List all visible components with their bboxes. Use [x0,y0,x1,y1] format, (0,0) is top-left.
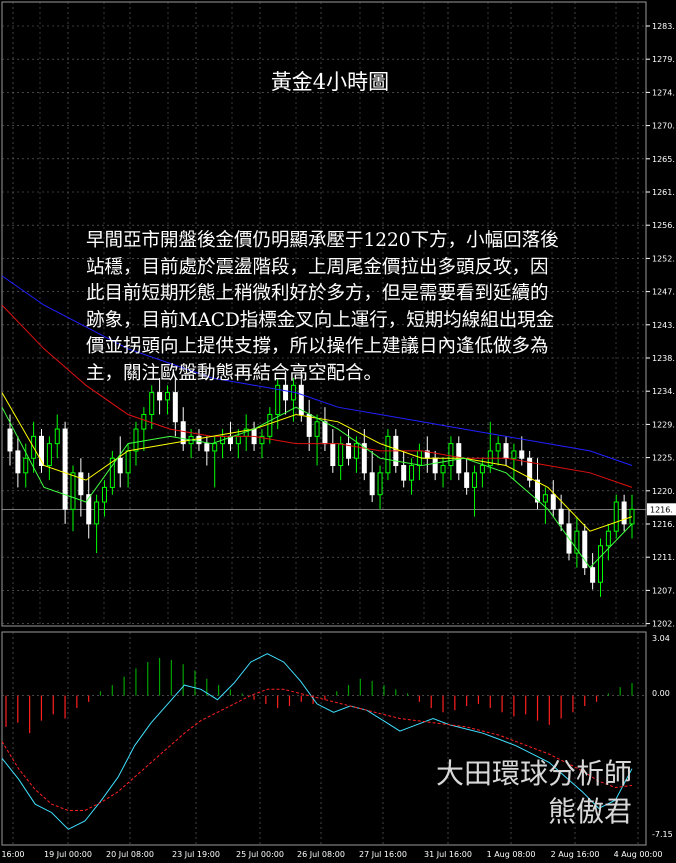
bear-candle [330,443,336,467]
bull-candle [46,443,52,467]
bear-candle [558,508,564,525]
bear-candle [401,465,407,481]
price-axis-label: 1216. [652,520,675,529]
price-axis-label: 1279. [652,55,675,64]
watermark-analyst: 熊傲君 [547,795,632,828]
bear-candle [464,472,470,488]
bear-candle [78,472,84,496]
bull-candle [141,413,147,430]
bear-candle [519,450,525,459]
price-axis-label: 1252. [652,254,675,263]
bear-candle [432,457,438,474]
bull-candle [212,443,218,452]
bull-candle [101,486,107,503]
bull-candle [377,472,383,496]
bull-candle [267,413,273,437]
bull-candle [314,421,320,437]
bull-candle [133,428,139,452]
time-axis-label: 19 Jul 00:00 [44,850,92,859]
bull-candle [495,443,501,452]
macd-axis-label: 3.04 [652,634,670,643]
bull-candle [164,392,170,401]
bull-candle [385,435,391,474]
bull-candle [70,472,76,510]
bear-candle [15,450,21,474]
bull-candle [149,392,155,415]
price-axis-label: 1211. [652,553,675,562]
price-axis-label: 1256. [652,221,675,230]
bull-candle [23,457,29,474]
bear-candle [7,428,13,452]
price-axis-label: 1207. [652,586,675,595]
bull-candle [613,501,619,532]
price-axis-label: 1238. [652,354,675,363]
bear-candle [503,443,509,459]
price-axis-label: 1202. [652,620,675,629]
bear-candle [621,501,627,525]
time-axis-label: 1 Aug 08:00 [487,850,536,859]
bull-candle [479,465,485,474]
bull-candle [605,530,611,547]
bear-candle [196,435,202,445]
price-axis-label: 1270. [652,122,675,131]
bull-candle [125,450,131,474]
bull-candle [94,501,100,525]
bull-candle [54,428,60,445]
bear-candle [86,494,92,525]
time-axis-label: 26 Jul 08:00 [297,850,345,859]
macd-axis-label: -7.15 [652,830,673,839]
time-axis-label: 25 Jul 00:00 [236,850,284,859]
time-axis-label: 23 Jul 19:00 [172,850,220,859]
macd-main-line [1,653,633,830]
price-axis-label: 1225. [652,454,675,463]
bear-candle [590,567,596,583]
bear-candle [550,494,556,510]
macd-axis-label: 0.00 [652,689,670,698]
time-axis-label: 16:00 [1,850,24,859]
bull-candle [440,465,446,474]
gold-4h-chart: 16:00 19 Jul 00:00 20 Jul 08:00 23 Jul 19:0… [1,1,676,859]
time-axis-label: 4 Aug 00:00 [614,850,663,859]
bull-candle [542,494,548,503]
bull-candle [338,443,344,467]
bull-candle [448,443,454,467]
bull-candle [598,545,604,583]
bear-candle [157,392,163,401]
bear-candle [283,384,289,401]
price-axis-label: 1247. [652,288,675,297]
price-axis-label: 1229. [652,420,675,429]
price-axis-label: 1234. [652,387,675,396]
bear-candle [204,443,210,452]
bear-candle [117,457,123,474]
bull-candle [472,472,478,488]
analysis-commentary: 早間亞市開盤後金價仍明顯承壓于1220下方，小幅回落後 站穩，目前處於震盪階段，… [86,230,559,384]
current-price-label: 1216. [650,505,673,514]
price-axis-label: 1220. [652,487,675,496]
price-axis-label: 1283. [652,22,675,31]
time-axis-label: 31 Jul 16:00 [424,850,472,859]
bull-candle [409,465,415,481]
bull-candle [353,443,359,459]
bull-candle [511,450,517,459]
bear-candle [322,421,328,445]
price-axis-label: 1265. [652,155,675,164]
chart-title: 黃金4小時圖 [270,70,390,94]
watermark-company: 大田環球分析師 [435,757,632,790]
time-axis-label: 27 Jul 16:00 [359,850,407,859]
price-axis-label: 1243. [652,321,675,330]
bear-candle [180,421,186,445]
price-axis-label: 1274. [652,88,675,97]
bull-candle [235,435,241,445]
bear-candle [369,472,375,496]
bear-candle [62,428,68,510]
bear-candle [172,392,178,423]
bear-candle [306,413,312,437]
time-axis-label: 2 Aug 16:00 [551,850,600,859]
time-axis-label: 20 Jul 08:00 [106,850,154,859]
price-axis-label: 1261. [652,188,675,197]
